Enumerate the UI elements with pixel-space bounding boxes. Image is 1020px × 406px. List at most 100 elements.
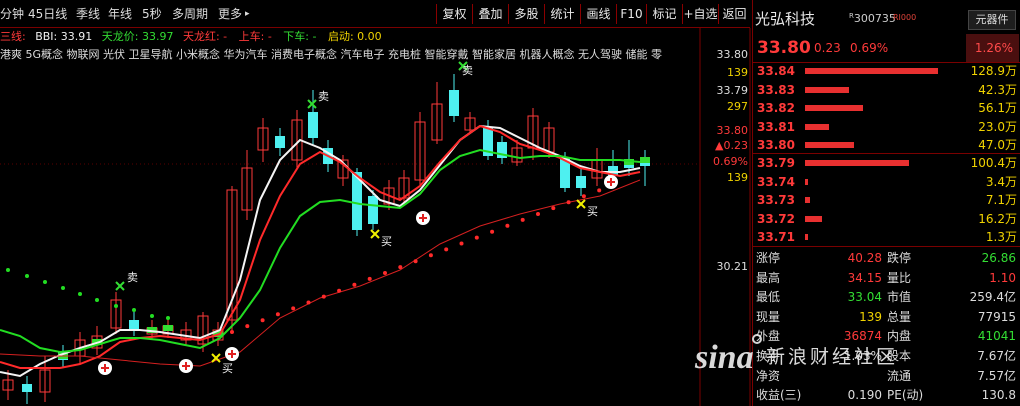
trend-dot [43,280,47,284]
trend-dot [230,330,234,334]
orderbook-volume-bar [805,197,810,203]
trend-dot [520,217,525,222]
candle-body [576,176,586,188]
axis-price-top: 33.80 [716,48,749,61]
trend-dot [275,312,280,317]
trend-dot [367,276,372,281]
axis-vol-2: 297 [727,100,748,113]
orderbook-volume-bar [805,160,909,166]
plus-bar [231,350,233,358]
orderbook-row[interactable]: 33.73 7.1万 [753,191,1020,210]
buy-label: 买 [222,362,233,375]
stat-value: 33.04 [847,290,882,305]
orderbook-price: 33.72 [757,211,795,226]
stat-label: 涨停 [756,251,781,265]
orderbook-volume-bar [805,215,822,222]
tianlong-green-line [0,148,641,354]
sina-logo-text: sina [694,339,754,376]
orderbook-volume: 7.1万 [985,193,1017,207]
sell-label: 卖 [462,64,473,77]
stat-label: 跌停 [887,251,912,265]
orderbook-row[interactable]: 33.72 16.2万 [753,210,1020,229]
trend-dot [505,223,510,228]
orderbook-volume-bar [805,142,854,148]
orderbook-volume-bar [805,86,849,93]
trend-dot [245,324,250,329]
stat-value: 1.10 [989,270,1016,285]
orderbook-row[interactable]: 33.81 23.0万 [753,118,1020,137]
trend-dot [566,200,571,205]
candle-body [368,196,378,224]
stock-code-number: 300735 [853,12,896,25]
trend-dot [428,253,433,258]
orderbook-volume: 16.2万 [978,211,1017,226]
trend-dot [383,271,387,275]
plus-bar [422,214,424,222]
orderbook-price: 33.71 [757,230,795,244]
plus-bar [610,178,612,186]
orderbook-row[interactable]: 33.82 56.1万 [753,99,1020,118]
orderbook-price: 33.83 [757,82,795,97]
trend-dot [398,265,403,270]
plus-bar [185,362,187,370]
stat-label: 现量 [756,309,781,324]
orderbook-row[interactable]: 33.71 1.3万 [753,228,1020,247]
candle-marker [163,325,173,331]
divider [753,246,1020,247]
axis-pct: 0.69% [713,155,748,168]
candle-body [449,90,459,116]
stat-label: 量比 [887,270,912,285]
axis-vol-3: 139 [727,171,748,184]
trend-dot [444,247,449,252]
trend-dot [61,286,65,290]
price-change-pct: 0.69% [850,41,889,55]
trend-dot [6,268,10,272]
stat-value: 130.8 [981,388,1016,403]
trend-dot [536,212,540,216]
orderbook-row[interactable]: 33.79 100.4万 [753,154,1020,173]
stat-label: 最低 [756,290,781,305]
support-line [0,179,641,367]
stat-label: 最高 [756,270,781,285]
trend-dot [551,206,556,211]
tianlong-red-line [0,124,641,369]
axis-price-low: 30.21 [716,260,749,273]
stat-label: 收益(三) [756,388,802,403]
orderbook-row[interactable]: 33.83 42.3万 [753,81,1020,100]
stat-value: 26.86 [981,251,1016,265]
stat-label: PE(动) [887,388,924,403]
trend-dot [413,259,418,264]
candle-body [275,136,285,148]
axis-vol-1: 139 [727,66,748,79]
orderbook-volume: 23.0万 [978,119,1017,134]
stat-value: 0.190 [847,388,882,403]
trend-dot [25,274,29,278]
orderbook-row[interactable]: 33.74 3.4万 [753,173,1020,192]
sector-pct-badge: 1.26% [966,34,1019,62]
orderbook-volume-bar [805,68,938,74]
trend-dot [459,241,464,246]
trend-dot [474,235,479,240]
trend-dot [306,300,311,305]
trend-dot [95,298,99,302]
candle-marker [640,157,650,163]
orderbook-price: 33.79 [757,156,795,170]
trend-dot [114,304,118,308]
r-badge: RI000 [893,13,917,22]
trend-dot [132,308,136,312]
orderbook-price: 33.81 [757,119,795,134]
sector-button[interactable]: 元器件 [968,10,1016,30]
buy-label: 买 [587,205,598,218]
axis-price-2: 33.79 [716,84,749,97]
orderbook-row[interactable]: 33.84 128.9万 [753,62,1020,81]
orderbook-price: 33.73 [757,193,795,207]
sina-logo-icon: sina [694,334,762,376]
orderbook-volume-bar [805,123,829,130]
orderbook-price: 33.82 [757,101,795,115]
trend-dot [260,318,265,323]
candle-body [22,384,32,392]
buy-label: 买 [381,235,392,248]
trend-dot [150,314,154,318]
axis-change: ▲0.23 [715,139,748,152]
trend-dot [321,294,326,299]
